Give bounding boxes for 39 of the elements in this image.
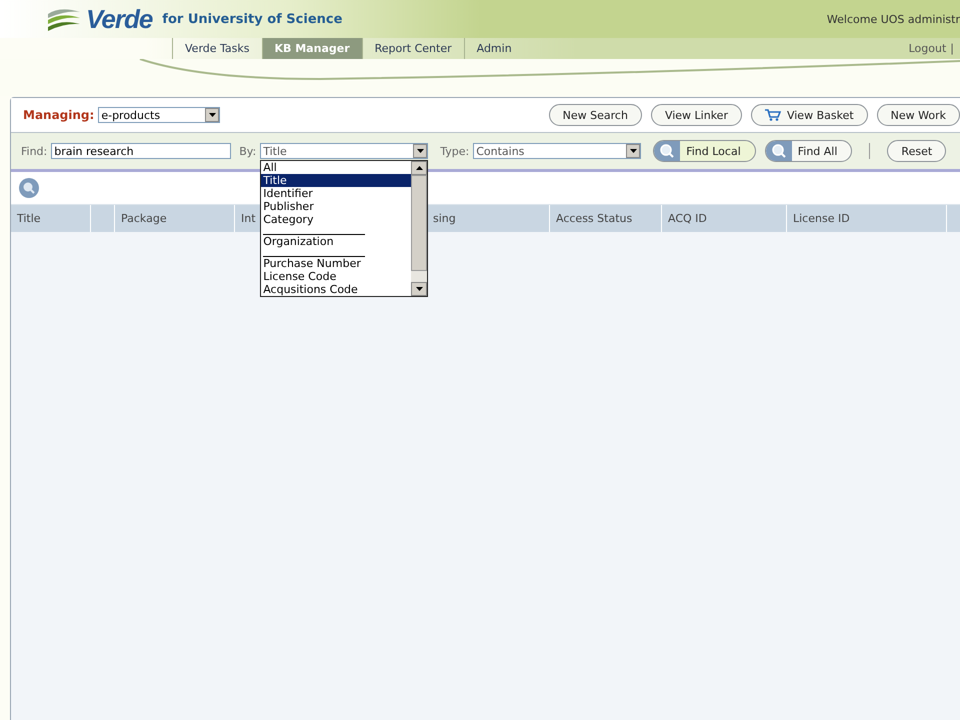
- search-button[interactable]: Find Local: [653, 140, 756, 162]
- find-label: Find:: [21, 144, 48, 158]
- dropdown-arrow-icon: [630, 149, 637, 153]
- scroll-up-icon: [416, 166, 423, 170]
- reset-button[interactable]: Reset: [887, 140, 946, 162]
- nav-tab[interactable]: Report Center: [362, 38, 464, 59]
- dropdown-option[interactable]: Organization: [261, 235, 412, 248]
- action-button[interactable]: View Basket: [750, 104, 868, 126]
- by-label: By:: [239, 144, 256, 158]
- dropdown-option[interactable]: License Code: [261, 270, 412, 283]
- search-icon: [659, 143, 676, 159]
- scrollbar[interactable]: [411, 161, 428, 296]
- dropdown-option[interactable]: Acqusitions Code: [261, 283, 412, 296]
- welcome-text: Welcome UOS administr: [826, 12, 960, 26]
- type-select[interactable]: Contains: [473, 143, 642, 159]
- action-button[interactable]: View Linker: [650, 104, 742, 126]
- institution-name: for University of Science: [162, 12, 342, 26]
- separator-text: |: [950, 42, 954, 55]
- search-button[interactable]: Find All: [764, 140, 852, 162]
- dropdown-arrow-icon: [208, 113, 216, 117]
- managing-select[interactable]: e-products: [98, 107, 220, 123]
- action-button[interactable]: New Search: [548, 104, 642, 126]
- search-icon: [770, 143, 787, 159]
- dropdown-option[interactable]: Title: [261, 174, 412, 187]
- managing-label: Managing:: [23, 108, 94, 122]
- dropdown-arrow-icon: [416, 149, 424, 153]
- action-button[interactable]: New Work: [876, 104, 960, 126]
- cart-icon: [764, 109, 781, 121]
- type-label: Type:: [440, 144, 470, 158]
- dropdown-option[interactable]: Purchase Number: [261, 257, 412, 270]
- logout-link[interactable]: Logout: [908, 42, 946, 55]
- by-select[interactable]: Title: [260, 143, 428, 159]
- dropdown-option[interactable]: All: [261, 161, 412, 174]
- dropdown-option[interactable]: Identifier: [261, 187, 412, 200]
- find-field[interactable]: brain research: [51, 143, 232, 159]
- search-icon[interactable]: [19, 178, 39, 198]
- nav-tab[interactable]: Admin: [464, 38, 524, 59]
- brand-name: Verde: [86, 4, 152, 34]
- dropdown-arrow-icon: [416, 287, 423, 291]
